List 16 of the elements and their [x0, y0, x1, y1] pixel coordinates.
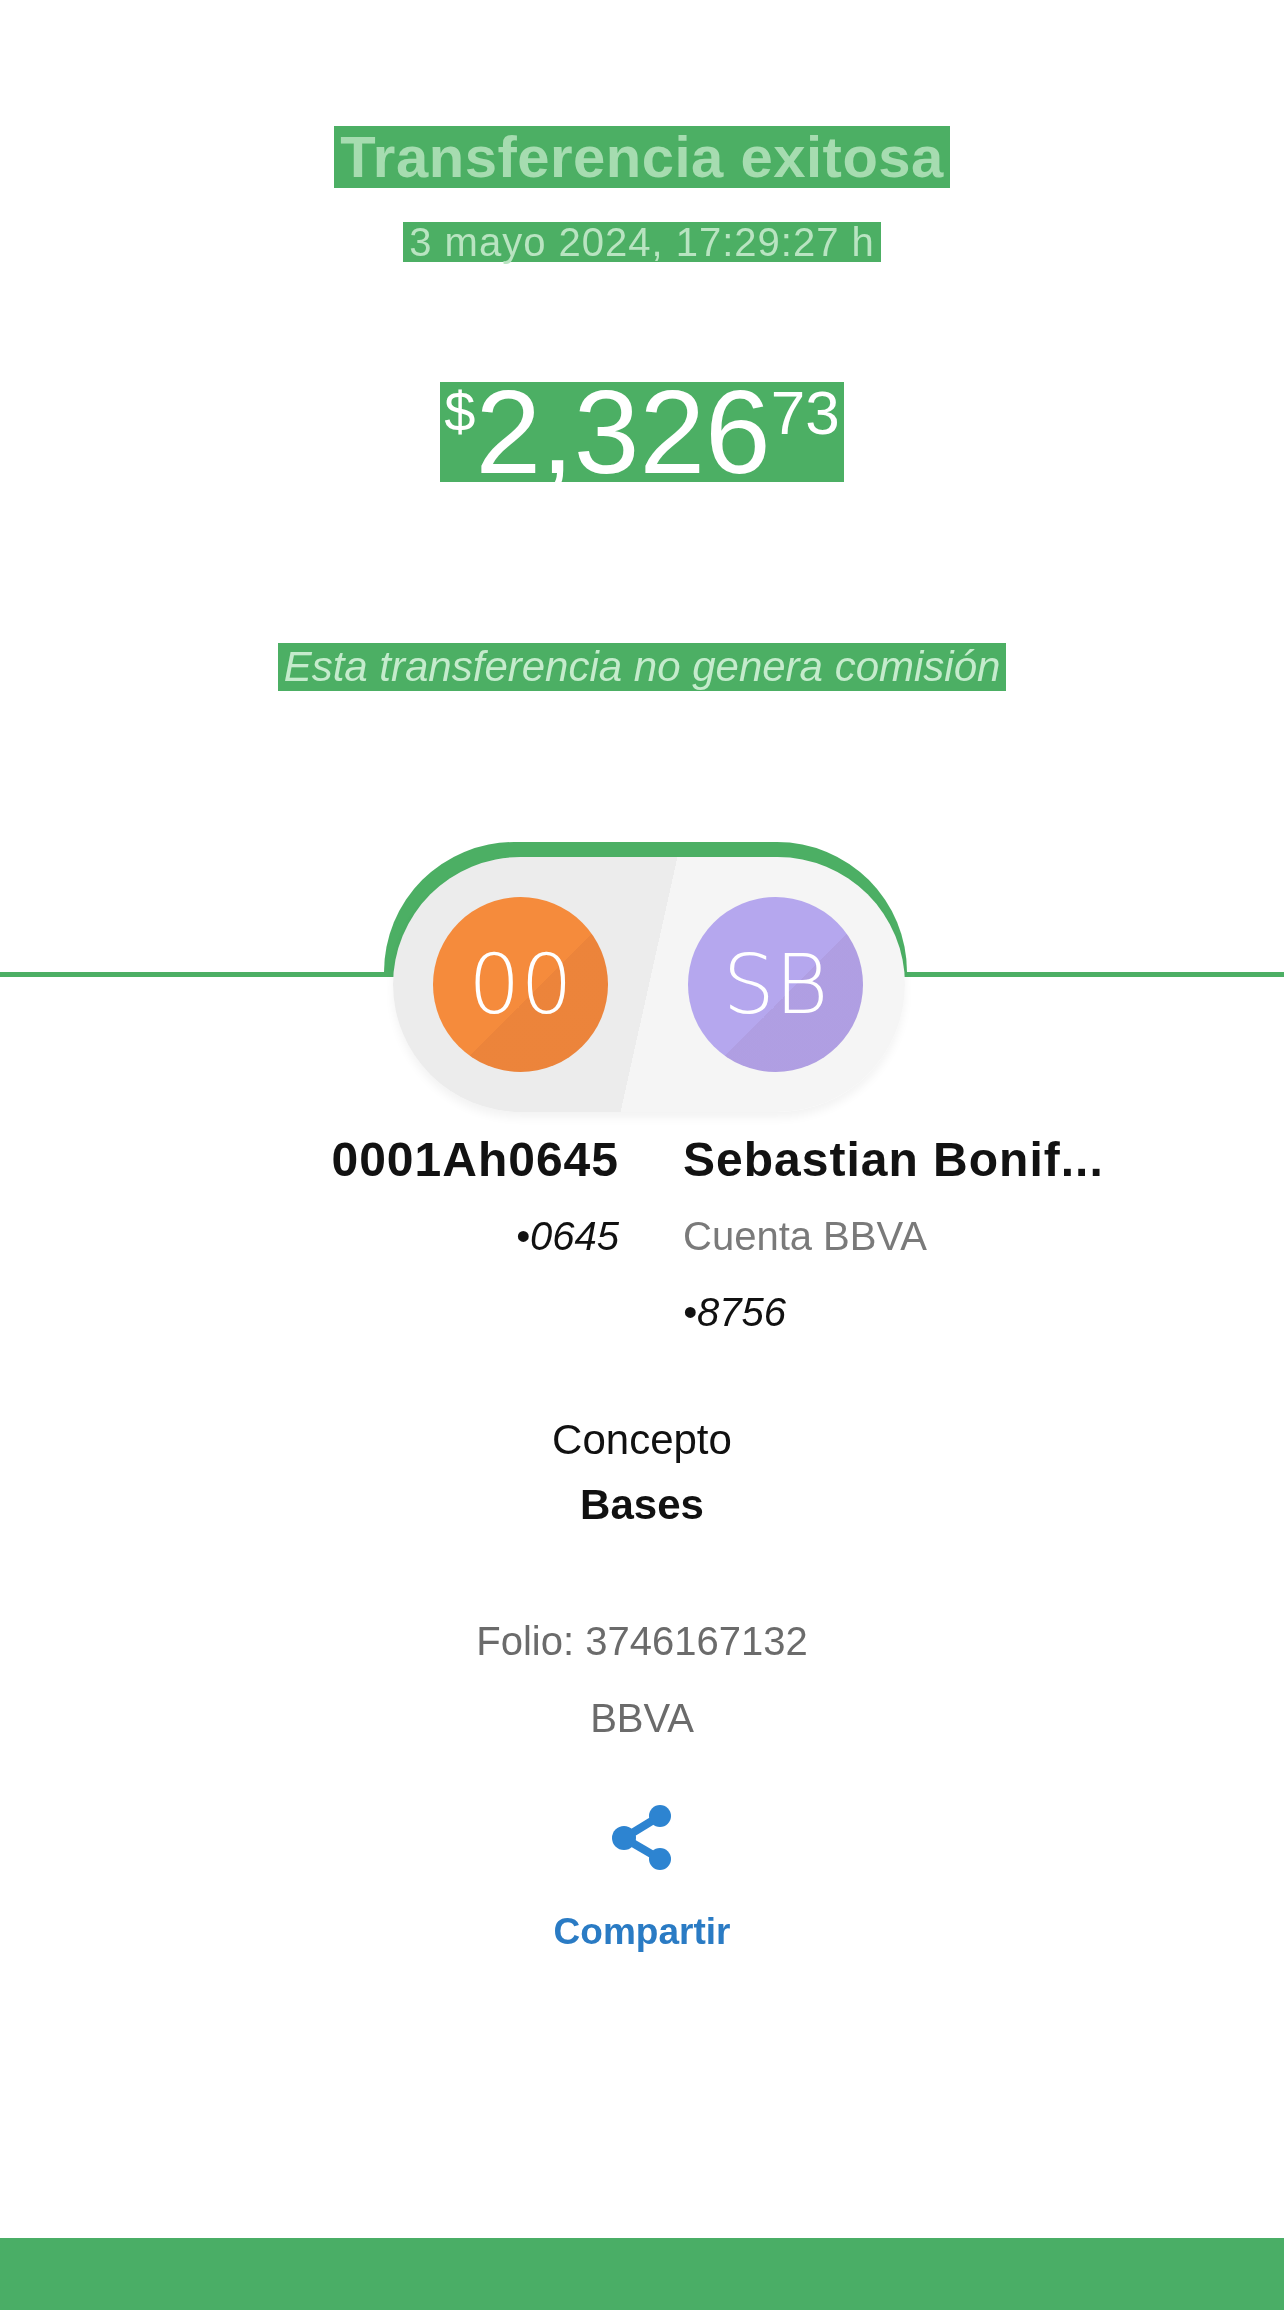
concept-value: Bases	[580, 1480, 704, 1530]
account-name: Sebastian Bonif...	[683, 1132, 1104, 1188]
bank-account-type: Cuenta BBVA	[683, 1213, 927, 1260]
account-number: •8756	[683, 1289, 786, 1336]
share-icon	[612, 1805, 672, 1870]
share-button[interactable]: Compartir	[553, 1805, 731, 1954]
avatar: SB	[688, 897, 863, 1072]
commission-note: Esta transferencia no genera comisión	[277, 643, 1007, 691]
transfer-date: 3 mayo 2024, 17:29:27 h	[403, 222, 881, 262]
screen-title: Transferencia exitosa	[334, 126, 950, 188]
account-number: •0645	[516, 1213, 619, 1260]
bank-name: BBVA	[590, 1695, 694, 1742]
folio-number: Folio: 3746167132	[476, 1618, 808, 1665]
account-name: 0001Ah0645	[331, 1132, 619, 1188]
avatar: 00	[433, 897, 608, 1072]
concept-label: Concepto	[552, 1415, 732, 1465]
